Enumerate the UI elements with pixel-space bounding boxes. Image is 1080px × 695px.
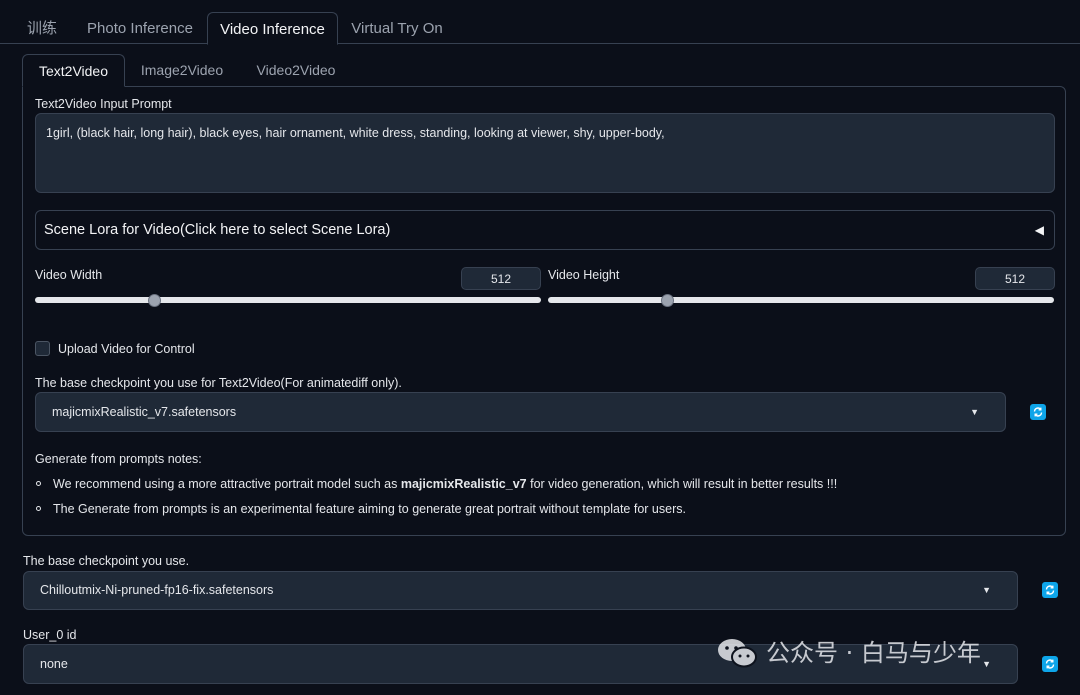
chevron-down-icon: ▼ xyxy=(970,407,979,417)
base-checkpoint-select[interactable]: Chilloutmix-Ni-pruned-fp16-fix.safetenso… xyxy=(23,571,1018,610)
subtab-text2video[interactable]: Text2Video xyxy=(22,54,125,87)
upload-video-label: Upload Video for Control xyxy=(58,342,195,356)
scene-lora-label: Scene Lora for Video(Click here to selec… xyxy=(44,222,391,238)
upload-video-checkbox[interactable] xyxy=(35,341,50,356)
tab-training[interactable]: 训练 xyxy=(14,12,70,45)
bullet-icon xyxy=(36,481,41,486)
video-height-slider[interactable] xyxy=(548,297,1054,303)
t2v-checkpoint-select[interactable]: majicmixRealistic_v7.safetensors ▼ xyxy=(35,392,1006,432)
video-width-label: Video Width xyxy=(35,268,103,282)
video-height-label: Video Height xyxy=(548,268,620,282)
scene-lora-accordion[interactable]: Scene Lora for Video(Click here to selec… xyxy=(35,210,1055,250)
video-width-input[interactable]: 512 xyxy=(461,267,541,290)
base-checkpoint-label: The base checkpoint you use. xyxy=(23,554,190,568)
collapse-arrow-icon: ◀ xyxy=(1034,223,1044,237)
refresh-icon[interactable] xyxy=(1042,582,1058,598)
chevron-down-icon: ▼ xyxy=(982,585,991,595)
video-width-slider[interactable] xyxy=(35,297,541,303)
tab-virtual-try-on[interactable]: Virtual Try On xyxy=(340,12,454,45)
bullet-icon xyxy=(36,506,41,511)
watermark-text: 公众号 · 白马与少年 xyxy=(766,639,981,667)
note-model-name: majicmixRealistic_v7 xyxy=(400,477,527,491)
note-item-2: The Generate from prompts is an experime… xyxy=(53,502,686,516)
user-id-value: none xyxy=(40,657,68,671)
prompt-label: Text2Video Input Prompt xyxy=(35,97,172,111)
notes-title: Generate from prompts notes: xyxy=(35,452,202,466)
tab-video-inference[interactable]: Video Inference xyxy=(207,12,338,45)
subtab-video2video[interactable]: Video2Video xyxy=(242,54,350,87)
wechat-logo-icon xyxy=(718,639,757,668)
video-height-input[interactable]: 512 xyxy=(975,267,1055,290)
t2v-checkpoint-value: majicmixRealistic_v7.safetensors xyxy=(52,405,237,419)
t2v-checkpoint-label: The base checkpoint you use for Text2Vid… xyxy=(35,376,402,390)
note-item-1: We recommend using a more attractive por… xyxy=(53,477,838,491)
prompt-textarea[interactable]: 1girl, (black hair, long hair), black ey… xyxy=(35,113,1055,193)
refresh-icon[interactable] xyxy=(1030,404,1046,420)
base-checkpoint-value: Chilloutmix-Ni-pruned-fp16-fix.safetenso… xyxy=(40,583,274,597)
user-id-label: User_0 id xyxy=(23,628,77,642)
subtab-image2video[interactable]: Image2Video xyxy=(128,54,236,87)
tab-photo-inference[interactable]: Photo Inference xyxy=(76,12,204,45)
watermark: 公众号 · 白马与少年 xyxy=(716,635,1056,671)
